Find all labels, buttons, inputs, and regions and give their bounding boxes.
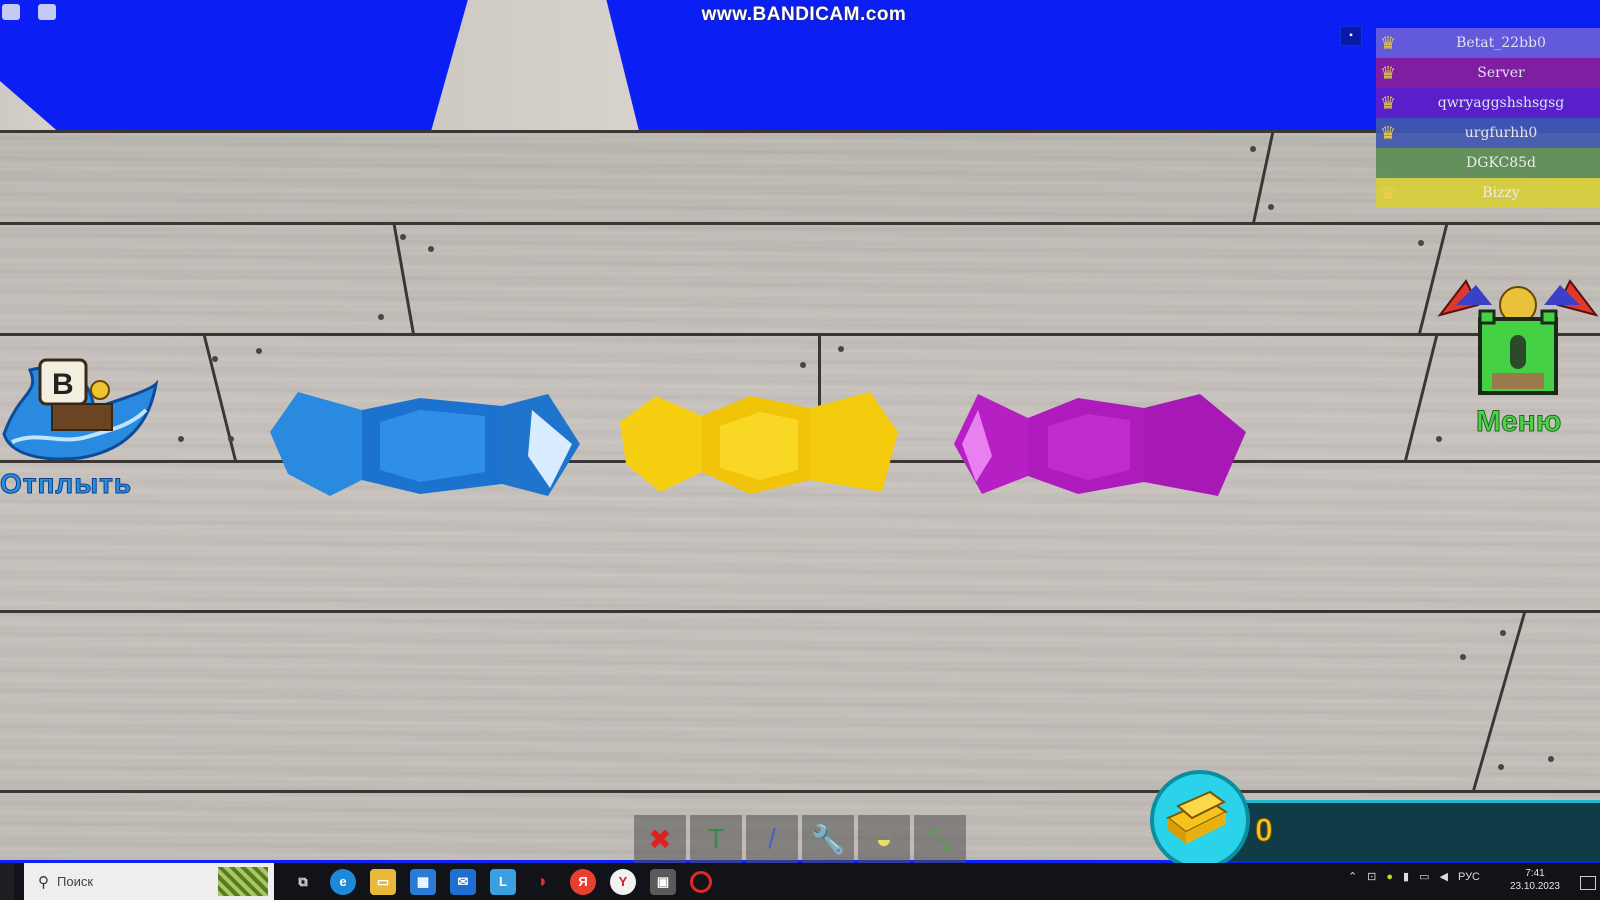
volume-icon[interactable]: ◀ [1440,870,1448,883]
roblox-logo-icon[interactable] [2,4,20,20]
language-indicator[interactable]: РУС [1458,871,1480,883]
player-row[interactable]: ♛ qwryaggshshsgsg [1376,88,1600,118]
player-name: qwryaggshshsgsg [1437,95,1565,111]
player-list: ♛ Betat_22bb0 ♛ Server ♛ qwryaggshshsgsg ♛ urgf… [1376,28,1600,208]
menu-button[interactable]: Меню [1436,275,1600,450]
plank-line [0,790,1600,793]
delete-icon[interactable]: ✖ [634,815,686,863]
player-row[interactable]: DGKC85d [1376,148,1600,178]
nail [1500,630,1506,636]
nail [1250,146,1256,152]
plank-line [0,610,1600,613]
system-tray: ⌃ ⊡ ● ▮ ▭ ◀ РУС [1348,870,1480,884]
nail [400,234,406,240]
svg-text:B: B [52,368,74,401]
yellow-candy[interactable] [620,392,898,494]
nail [212,356,218,362]
network-icon[interactable]: ⊡ [1367,870,1376,883]
plank-seam [1404,333,1439,460]
edge-icon[interactable]: e [330,868,356,895]
trowel-icon[interactable]: ⤡ [914,815,966,863]
plank-line [0,222,1600,225]
crown-icon: ♛ [1380,92,1397,113]
gold-bars-icon [1150,770,1250,870]
plank-line [0,333,1600,336]
pirate-ship-icon: B [2,358,159,461]
player-name: Bizzy [1482,185,1520,201]
notification-icon[interactable] [1580,876,1596,890]
crown-icon: ♛ [1380,182,1397,203]
crown-icon: ♛ [1380,122,1397,143]
search-placeholder: Поиск [57,874,94,889]
blue-candy[interactable] [270,392,590,502]
nail [1460,654,1466,660]
plank-line [0,130,1600,133]
collapse-list-button[interactable]: ▪ [1340,26,1362,46]
clock-time: 7:41 [1525,868,1545,879]
nail [178,436,184,442]
plank-seam [1472,610,1527,790]
player-row[interactable]: ♛ Betat_22bb0 [1376,28,1600,58]
player-row[interactable]: ♛ urgfurhh0 [1376,118,1600,148]
nail [838,346,844,352]
antivirus-icon[interactable]: ◗ [530,869,556,895]
chevron-up-icon[interactable]: ⌃ [1348,870,1357,883]
gold-count: 0 [1255,812,1274,849]
start-button[interactable] [0,863,14,900]
player-name: Betat_22bb0 [1456,35,1546,51]
crown-icon: ♛ [1380,32,1397,53]
search-highlight-icon [218,867,268,896]
wrench-icon[interactable]: 🔧 [802,815,854,863]
paint-brush-icon[interactable]: / [746,815,798,863]
nail [1548,756,1554,762]
top-icons [0,0,58,24]
file-explorer-icon[interactable]: ▭ [370,868,396,895]
nail [1498,764,1504,770]
taskbar-apps: ⧉ e ▭ ▦ ✉ L ◗ Я Y ▣ [290,868,712,895]
helmet-icon[interactable]: ◒ [858,815,910,863]
purple-candy[interactable] [954,394,1246,496]
roblox-icon[interactable]: ▣ [650,868,676,895]
castle-menu-icon [1437,279,1599,395]
chat-icon[interactable] [38,4,56,20]
nail [1268,204,1274,210]
hammer-icon[interactable]: T [690,815,742,863]
taskbar-search[interactable]: ⚲ Поиск [24,863,274,900]
player-name: urgfurhh0 [1464,125,1538,141]
search-icon: ⚲ [38,873,49,891]
display-icon[interactable]: ▭ [1419,870,1429,883]
l-app-icon[interactable]: L [490,868,516,895]
player-row[interactable]: ♛ Server [1376,58,1600,88]
task-view-icon[interactable]: ⧉ [290,869,316,895]
nail [1418,240,1424,246]
status-icon[interactable]: ● [1386,871,1393,883]
store-icon[interactable]: ▦ [410,868,436,895]
crown-icon: ♛ [1380,62,1397,83]
set-sail-button[interactable]: B Отплыть [0,350,160,500]
build-toolbar: ✖ T / 🔧 ◒ ⤡ [634,815,966,863]
bandicam-icon[interactable] [690,870,712,893]
yandex-browser-icon[interactable]: Я [570,868,596,895]
taskbar-clock[interactable]: 7:41 23.10.2023 [1510,867,1560,893]
mail-icon[interactable]: ✉ [450,868,476,895]
yandex-icon[interactable]: Y [610,868,636,895]
nail [800,362,806,368]
menu-label: Меню [1475,405,1562,439]
clock-date: 23.10.2023 [1509,881,1560,892]
nail [228,436,234,442]
player-row[interactable]: ♛ Bizzy [1376,178,1600,208]
microphone-icon[interactable]: ▮ [1403,870,1409,883]
player-name: Server [1477,65,1525,81]
set-sail-label: Отплыть [0,468,133,500]
bandicam-watermark: www.BANDICAM.com [701,4,907,25]
nail [378,314,384,320]
player-name: DGKC85d [1466,155,1536,171]
nail [256,348,262,354]
nail [428,246,434,252]
